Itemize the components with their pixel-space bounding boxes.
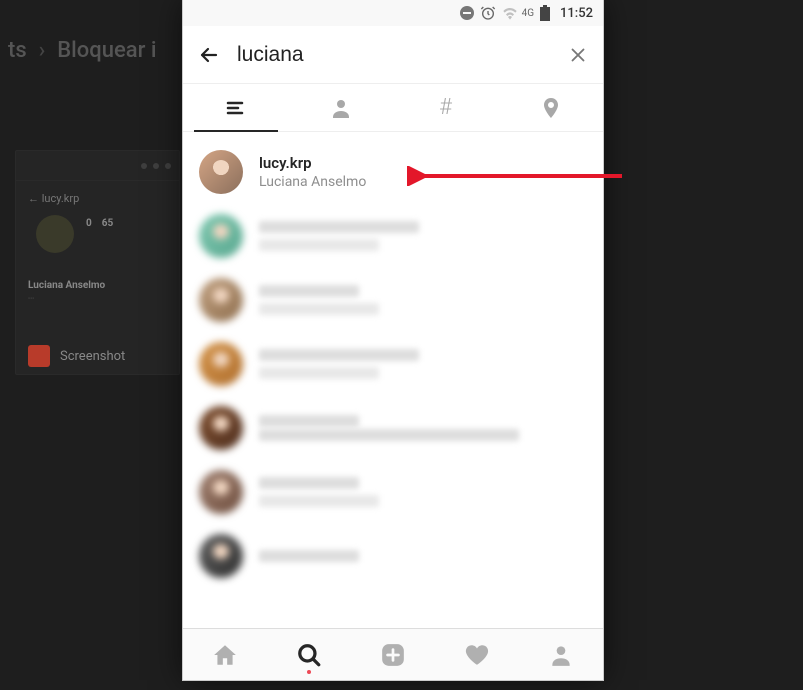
tab-tags[interactable]: #	[393, 84, 498, 131]
nav-activity[interactable]	[435, 629, 519, 680]
avatar	[199, 278, 243, 322]
tab-people[interactable]	[288, 84, 393, 131]
nav-search[interactable]	[267, 629, 351, 680]
result-item-primary[interactable]: lucy.krp Luciana Anselmo	[183, 140, 603, 204]
search-tabs: #	[183, 84, 603, 132]
wifi-icon	[502, 6, 518, 20]
home-icon	[212, 642, 238, 668]
status-clock: 11:52	[560, 6, 593, 21]
background-fullname: Luciana Anselmo	[28, 280, 105, 291]
bottom-nav	[183, 628, 603, 680]
tab-top[interactable]	[183, 84, 288, 131]
background-subline: ···	[28, 294, 34, 303]
background-avatar	[36, 215, 74, 253]
chevron-right-icon: ›	[39, 38, 46, 63]
image-icon	[28, 345, 50, 367]
background-profile-card	[15, 150, 180, 375]
profile-icon	[548, 642, 574, 668]
result-item-blurred[interactable]	[183, 332, 603, 396]
breadcrumb-current: Bloquear i	[57, 38, 156, 63]
background-stats: 0 65	[86, 218, 113, 229]
result-username: lucy.krp	[259, 154, 366, 172]
search-results[interactable]: lucy.krp Luciana Anselmo	[183, 132, 603, 628]
avatar	[199, 214, 243, 258]
list-icon	[224, 96, 248, 120]
phone-screen: 4G 11:52 # lucy.krp Luciana Anselmo	[183, 0, 603, 680]
result-item-blurred[interactable]	[183, 524, 603, 588]
network-label: 4G	[522, 8, 534, 19]
status-bar: 4G 11:52	[183, 0, 603, 26]
add-post-icon	[380, 642, 406, 668]
result-fullname: Luciana Anselmo	[259, 174, 366, 190]
search-header	[183, 26, 603, 84]
tab-places[interactable]	[498, 84, 603, 131]
background-card-username: ← lucy.krp	[28, 192, 79, 205]
avatar	[199, 342, 243, 386]
breadcrumb-prev-fragment: ts	[8, 38, 27, 63]
result-item-blurred[interactable]	[183, 460, 603, 524]
result-item-blurred[interactable]	[183, 204, 603, 268]
alarm-icon	[480, 5, 496, 21]
nav-home[interactable]	[183, 629, 267, 680]
do-not-disturb-icon	[460, 6, 474, 20]
back-arrow-icon[interactable]	[197, 43, 221, 67]
location-icon	[539, 96, 563, 120]
search-icon	[296, 642, 322, 668]
avatar	[199, 406, 243, 450]
result-item-blurred[interactable]	[183, 396, 603, 460]
notification-dot-icon	[307, 670, 311, 674]
result-text: lucy.krp Luciana Anselmo	[259, 154, 366, 190]
background-screenshot-row: Screenshot	[28, 345, 125, 367]
battery-icon	[540, 5, 550, 21]
nav-add[interactable]	[351, 629, 435, 680]
result-item-blurred[interactable]	[183, 268, 603, 332]
avatar	[199, 534, 243, 578]
person-icon	[329, 96, 353, 120]
hashtag-icon: #	[439, 95, 452, 120]
heart-icon	[464, 642, 490, 668]
clear-icon[interactable]	[567, 44, 589, 66]
avatar	[199, 150, 243, 194]
breadcrumb: ts › Bloquear i	[0, 38, 164, 63]
nav-profile[interactable]	[519, 629, 603, 680]
avatar	[199, 470, 243, 514]
screenshot-label: Screenshot	[60, 349, 125, 364]
search-input[interactable]	[237, 43, 551, 67]
